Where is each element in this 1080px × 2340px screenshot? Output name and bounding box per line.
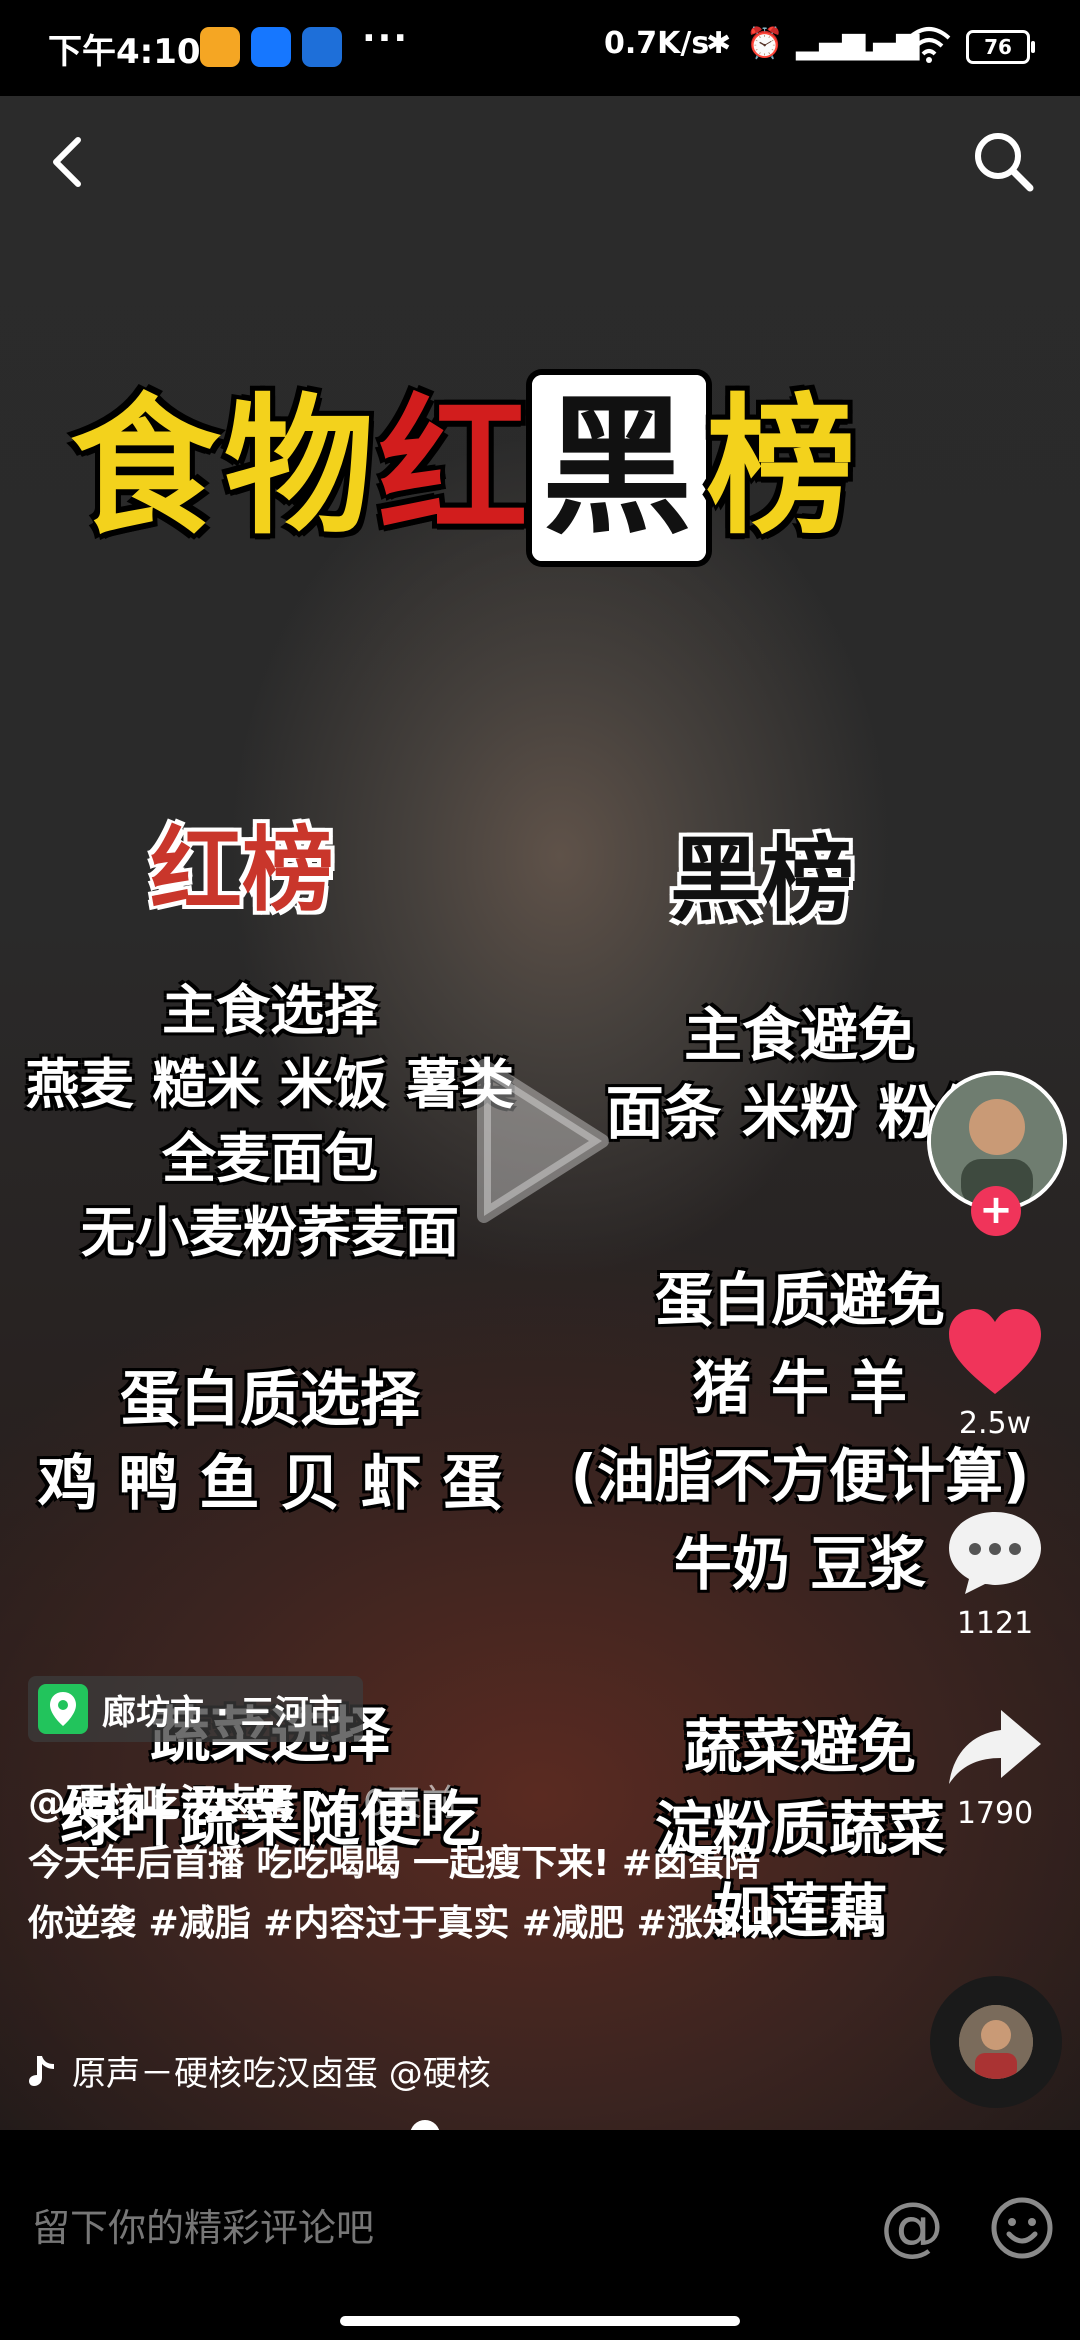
comment-bubble-icon	[949, 1512, 1041, 1594]
alarm-icon: ⏰	[746, 26, 784, 61]
red-staple-line: 燕麦 糙米 米饭 薯类	[25, 1053, 515, 1116]
progress-knob[interactable]	[410, 2120, 441, 2130]
more-notifications-icon: ···	[362, 18, 410, 59]
author-name[interactable]: @硬核吃汉卤蛋	[28, 1772, 294, 1827]
follow-plus-button[interactable]: +	[971, 1186, 1021, 1236]
like-count: 2.5w	[958, 1406, 1032, 1441]
location-text: 廊坊市 · 三河市	[102, 1692, 343, 1733]
red-staple-line: 全麦面包	[162, 1127, 378, 1190]
status-time: 下午4:10	[48, 32, 201, 72]
music-disc-button[interactable]	[930, 1976, 1062, 2108]
music-title: 原声－硬核吃汉卤蛋 @硬核	[72, 2054, 491, 2094]
comment-count: 1121	[956, 1606, 1034, 1641]
browser-app-icon	[302, 27, 342, 67]
share-count: 1790	[956, 1796, 1034, 1831]
notes-app-icon	[200, 27, 240, 67]
title-part-food: 食物	[70, 381, 379, 555]
post-description[interactable]: 今天年后首播 吃吃喝喝 一起瘦下来! #卤蛋陪你逆袭 #减脂 #内容过于真实 #…	[28, 1834, 788, 1954]
home-indicator[interactable]	[340, 2316, 740, 2326]
post-time: · 6天前	[340, 1783, 458, 1824]
red-protein-line: 鸡 鸭 鱼 贝 虾 蛋	[37, 1449, 503, 1519]
author-avatar-button[interactable]: +	[927, 1071, 1067, 1236]
location-pin-icon	[38, 1684, 88, 1734]
red-staple-line: 无小麦粉荞麦面	[81, 1201, 459, 1264]
back-arrow-icon[interactable]	[40, 132, 100, 192]
play-icon[interactable]	[462, 1056, 612, 1226]
emoji-icon[interactable]	[990, 2196, 1054, 2260]
music-info[interactable]: 原声－硬核吃汉卤蛋 @硬核	[28, 2046, 572, 2095]
network-speed: 0.7K/s	[604, 26, 710, 61]
video-player[interactable]: 食物红黑榜 红榜 黑榜 主食选择 燕麦 糙米 米饭 薯类 全麦面包 无小麦粉荞麦…	[0, 96, 1080, 2130]
comment-button[interactable]: 1121	[940, 1506, 1050, 1641]
bluetooth-icon: ✱	[706, 26, 732, 61]
comment-input[interactable]	[30, 2192, 854, 2264]
wifi-icon	[907, 27, 951, 63]
title-part-red: 红	[378, 381, 533, 555]
red-protein-block: 蛋白质选择 鸡 鸭 鱼 贝 虾 蛋	[0, 1358, 540, 1526]
red-protein-title: 蛋白质选择	[120, 1365, 420, 1435]
red-staple-title: 主食选择	[162, 979, 378, 1042]
location-tag[interactable]: 廊坊市 · 三河市	[28, 1676, 363, 1742]
red-list-heading: 红榜	[150, 817, 335, 924]
video-title-overlay: 食物红黑榜	[70, 346, 860, 563]
like-button[interactable]: 2.5w	[940, 1306, 1050, 1441]
share-button[interactable]: 1790	[940, 1704, 1050, 1831]
red-staple-block: 主食选择 燕麦 糙米 米饭 薯类 全麦面包 无小麦粉荞麦面	[0, 974, 540, 1270]
status-bar: 下午4:10 ··· 0.7K/s ✱ ⏰ ▂▄▆ ▂▄▆ 76	[0, 0, 1080, 96]
battery-indicator: 76	[966, 30, 1035, 64]
share-arrow-icon	[949, 1710, 1041, 1784]
music-cover	[959, 2005, 1033, 2079]
alipay-app-icon	[251, 27, 291, 67]
title-part-black: 黑	[532, 375, 707, 561]
black-list-heading: 黑榜	[670, 827, 855, 934]
heart-icon	[949, 1309, 1041, 1394]
mention-button[interactable]: @	[880, 2190, 944, 2264]
comment-bar: @	[0, 2150, 1080, 2340]
search-icon[interactable]	[968, 126, 1038, 196]
title-part-list: 榜	[706, 381, 861, 555]
douyin-note-icon	[29, 2055, 54, 2086]
